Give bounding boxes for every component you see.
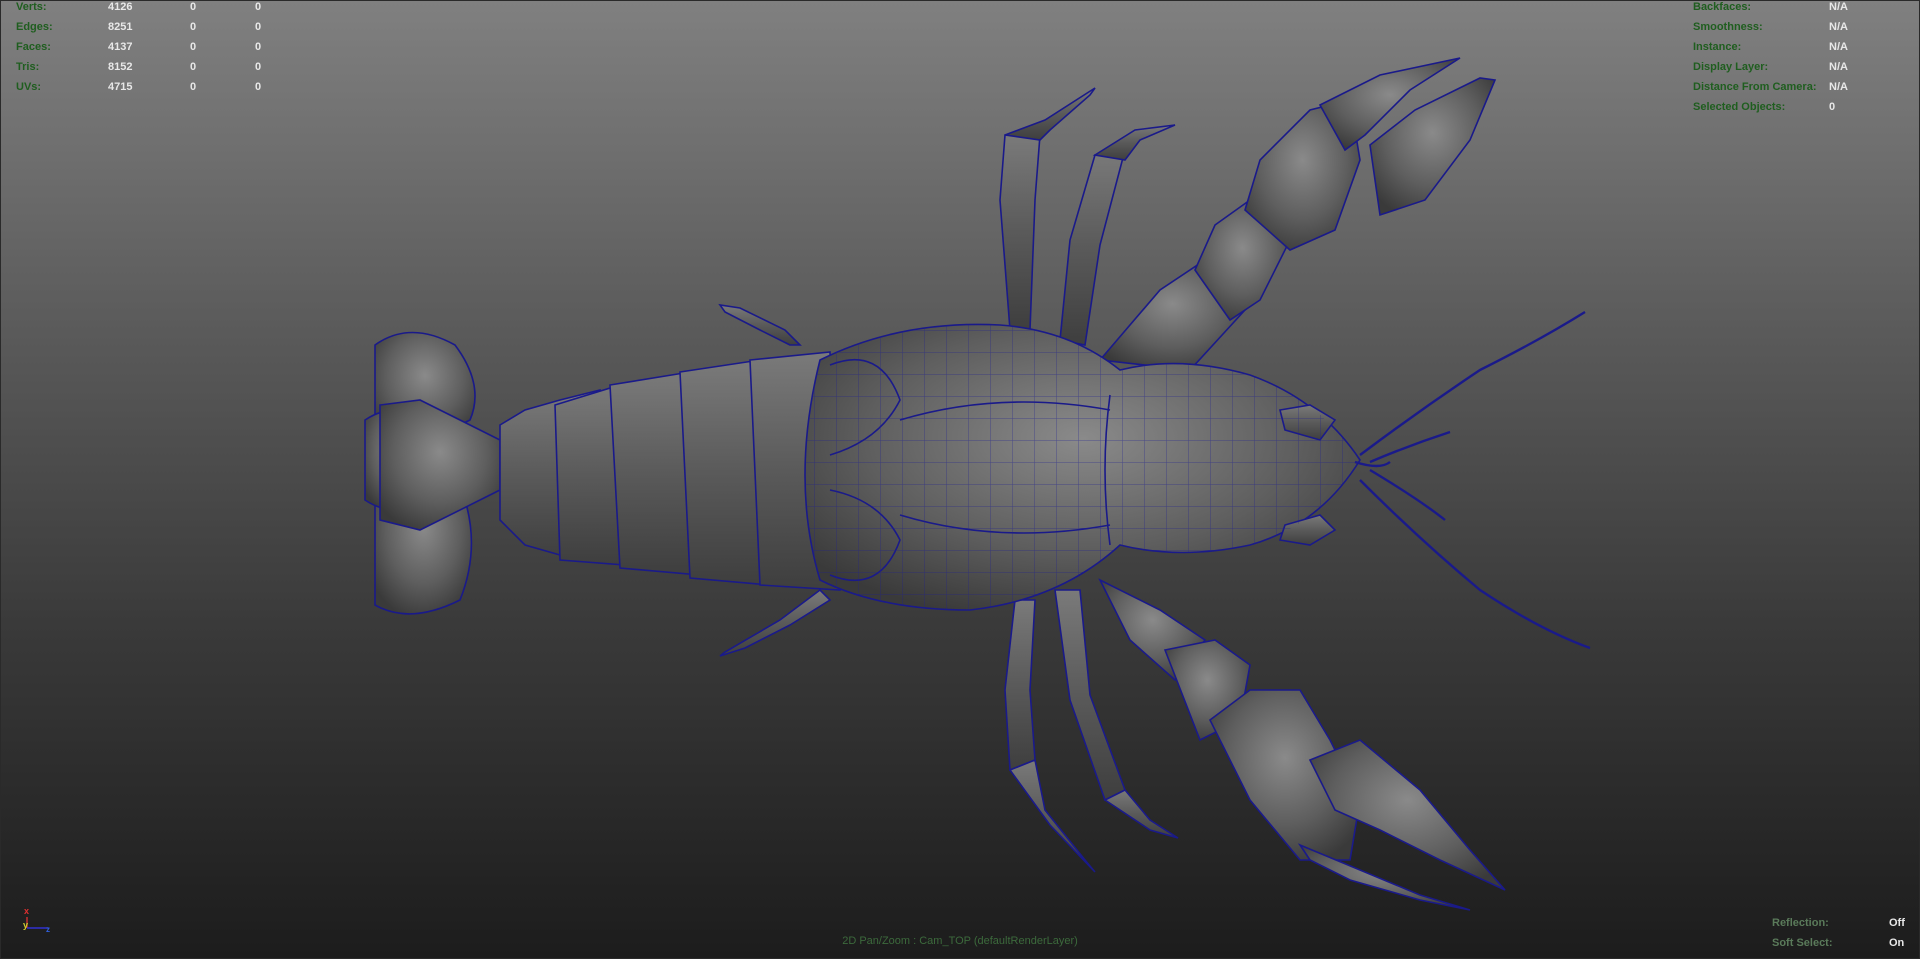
- poly-count-value: 0: [255, 21, 262, 33]
- object-detail-value: N/A: [1829, 81, 1848, 93]
- object-detail-label: Backfaces:: [1693, 1, 1752, 13]
- axis-z-label: z: [46, 925, 50, 934]
- poly-count-label: Tris:: [16, 61, 40, 73]
- poly-count-value: 4715: [108, 81, 133, 93]
- object-detail-row: Smoothness: N/A: [1693, 17, 1848, 37]
- axis-gizmo: x y z: [23, 906, 50, 934]
- poly-count-value: 0: [255, 1, 262, 13]
- object-detail-row: Distance From Camera: N/A: [1693, 77, 1848, 97]
- axis-x-label: x: [24, 906, 29, 916]
- walking-legs-bottom: [719, 588, 1179, 873]
- axis-y-label: y: [23, 920, 28, 930]
- abdomen: [499, 351, 841, 591]
- poly-count-hud: Verts: 4126 0 0 Edges: 8251 0 0 Faces: 4137 0 0 Tris…: [16, 0, 261, 97]
- poly-count-value: 8251: [108, 21, 133, 33]
- object-detail-value: N/A: [1829, 21, 1848, 33]
- tail-fan: [364, 331, 501, 615]
- poly-count-label: UVs:: [16, 81, 42, 93]
- poly-count-value: 8152: [108, 61, 133, 73]
- claw-lower: [1098, 578, 1506, 911]
- poly-count-value: 0: [190, 21, 197, 33]
- poly-count-value: 0: [190, 61, 197, 73]
- viewport-status-hud: Reflection: Off Soft Select: On: [1772, 913, 1905, 953]
- poly-count-row: Tris: 8152 0 0: [16, 57, 261, 77]
- viewport-status-row: Reflection: Off: [1772, 913, 1905, 933]
- wireframe-overlay: [805, 324, 1360, 610]
- object-detail-row: Selected Objects: 0: [1693, 97, 1848, 117]
- poly-count-value: 0: [255, 41, 262, 53]
- object-detail-row: Backfaces: N/A: [1693, 0, 1848, 17]
- poly-count-value: 4126: [108, 1, 133, 13]
- claw-upper: [1098, 57, 1497, 371]
- poly-count-row: UVs: 4715 0 0: [16, 77, 261, 97]
- poly-count-value: 0: [190, 41, 197, 53]
- poly-count-value: 0: [255, 81, 262, 93]
- walking-legs-top: [718, 87, 1176, 346]
- object-detail-value: N/A: [1829, 41, 1848, 53]
- poly-count-row: Verts: 4126 0 0: [16, 0, 261, 17]
- object-detail-row: Instance: N/A: [1693, 37, 1848, 57]
- viewport-3d[interactable]: [0, 0, 1920, 959]
- antennae: [1354, 310, 1591, 650]
- poly-count-label: Verts:: [16, 1, 47, 13]
- object-detail-row: Display Layer: N/A: [1693, 57, 1848, 77]
- viewport-status-value: Off: [1889, 917, 1905, 929]
- object-detail-label: Selected Objects:: [1693, 101, 1786, 113]
- poly-count-value: 0: [190, 81, 197, 93]
- poly-count-row: Faces: 4137 0 0: [16, 37, 261, 57]
- object-detail-value: N/A: [1829, 61, 1848, 73]
- object-detail-label: Display Layer:: [1693, 61, 1769, 73]
- poly-count-value: 4137: [108, 41, 133, 53]
- object-detail-label: Smoothness:: [1693, 21, 1763, 33]
- poly-count-value: 0: [255, 61, 262, 73]
- poly-count-value: 0: [190, 1, 197, 13]
- camera-label: 2D Pan/Zoom : Cam_TOP (defaultRenderLaye…: [842, 935, 1078, 947]
- object-detail-label: Instance:: [1693, 41, 1742, 53]
- poly-count-label: Edges:: [16, 21, 53, 33]
- viewport-status-label: Reflection:: [1772, 917, 1829, 929]
- object-detail-label: Distance From Camera:: [1693, 81, 1817, 93]
- object-detail-value: N/A: [1829, 1, 1848, 13]
- object-details-hud: Backfaces: N/A Smoothness: N/A Instance: N/A D…: [1693, 0, 1848, 117]
- poly-count-label: Faces:: [16, 41, 51, 53]
- object-detail-value: 0: [1829, 101, 1836, 113]
- poly-count-row: Edges: 8251 0 0: [16, 17, 261, 37]
